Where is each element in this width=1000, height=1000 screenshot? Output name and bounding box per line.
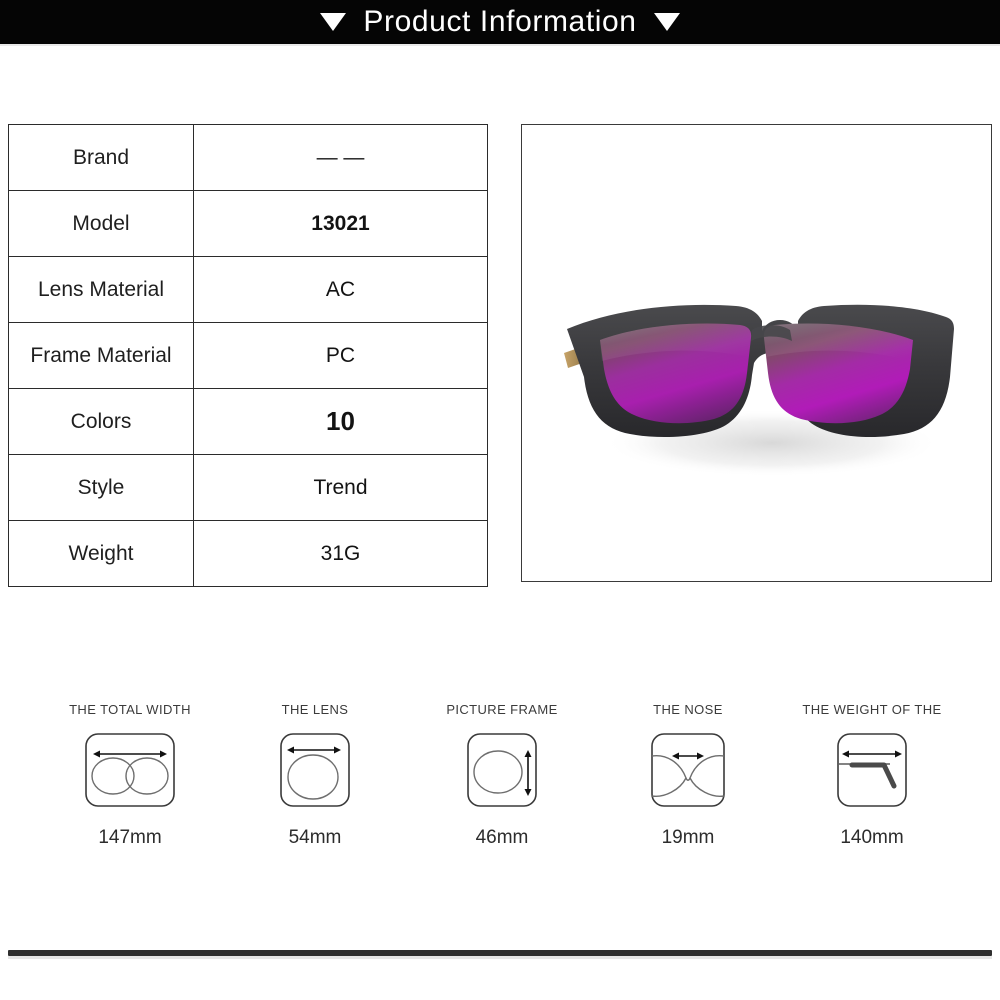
spec-label-weight: Weight	[8, 520, 194, 587]
spec-label-model: Model	[8, 190, 194, 257]
table-row: Model 13021	[8, 190, 488, 257]
table-row: Colors 10	[8, 388, 488, 455]
measure-caption: THE TOTAL WIDTH	[69, 702, 191, 717]
bridge-width-icon	[651, 733, 725, 807]
sunglasses-product-photo	[522, 125, 991, 581]
spec-value-weight: 31G	[193, 520, 488, 587]
bottom-divider-shadow	[8, 956, 992, 959]
triangle-down-left-icon	[320, 13, 347, 31]
measure-value: 140mm	[840, 827, 904, 848]
table-row: Frame Material PC	[8, 322, 488, 389]
table-row: Style Trend	[8, 454, 488, 521]
measure-item-total-width: THE TOTAL WIDTH 147mm	[30, 700, 230, 849]
spec-value-model: 13021	[193, 190, 488, 257]
measure-item-lens: THE LENS 54mm	[215, 700, 415, 849]
spec-value-style: Trend	[193, 454, 488, 521]
spec-label-brand: Brand	[8, 124, 194, 191]
product-image-panel	[521, 124, 992, 582]
table-row: Lens Material AC	[8, 256, 488, 323]
spec-value-frame-material: PC	[193, 322, 488, 389]
spec-table-body: Brand — — Model 13021 Lens Material AC F…	[8, 124, 488, 587]
lens-height-icon	[467, 733, 537, 807]
measure-item-picture-frame: PICTURE FRAME 46mm	[402, 700, 602, 849]
spec-label-lens-material: Lens Material	[8, 256, 194, 323]
measure-value: 46mm	[475, 827, 529, 848]
spec-value-brand: — —	[193, 124, 488, 191]
header-inner: Product Information	[320, 5, 680, 38]
measure-value: 54mm	[288, 827, 342, 848]
product-spec-table: Brand — — Model 13021 Lens Material AC F…	[8, 124, 488, 587]
spec-value-lens-material: AC	[193, 256, 488, 323]
spec-label-frame-material: Frame Material	[8, 322, 194, 389]
lens-width-icon	[280, 733, 350, 807]
measure-value: 147mm	[98, 827, 162, 848]
table-row: Brand — —	[8, 124, 488, 191]
spec-label-style: Style	[8, 454, 194, 521]
spec-label-colors: Colors	[8, 388, 194, 455]
page-title: Product Information	[363, 5, 637, 38]
temple-length-icon	[837, 733, 907, 807]
measure-item-temple: THE WEIGHT OF THE 140mm	[772, 700, 972, 849]
measure-caption: THE NOSE	[653, 702, 723, 717]
page-header-banner: Product Information	[0, 0, 1000, 44]
measure-caption: PICTURE FRAME	[446, 702, 558, 717]
total-width-icon	[85, 733, 175, 807]
measure-item-nose: THE NOSE 19mm	[588, 700, 788, 849]
header-underline	[0, 44, 1000, 46]
spec-value-colors: 10	[193, 388, 488, 455]
measure-caption: THE LENS	[281, 702, 349, 717]
measure-value: 19mm	[661, 827, 715, 848]
triangle-down-right-icon	[653, 13, 680, 31]
table-row: Weight 31G	[8, 520, 488, 587]
measure-caption: THE WEIGHT OF THE	[802, 702, 942, 717]
measurement-strip: THE TOTAL WIDTH 147mm THE LENS 54mm PICT…	[0, 700, 1000, 860]
